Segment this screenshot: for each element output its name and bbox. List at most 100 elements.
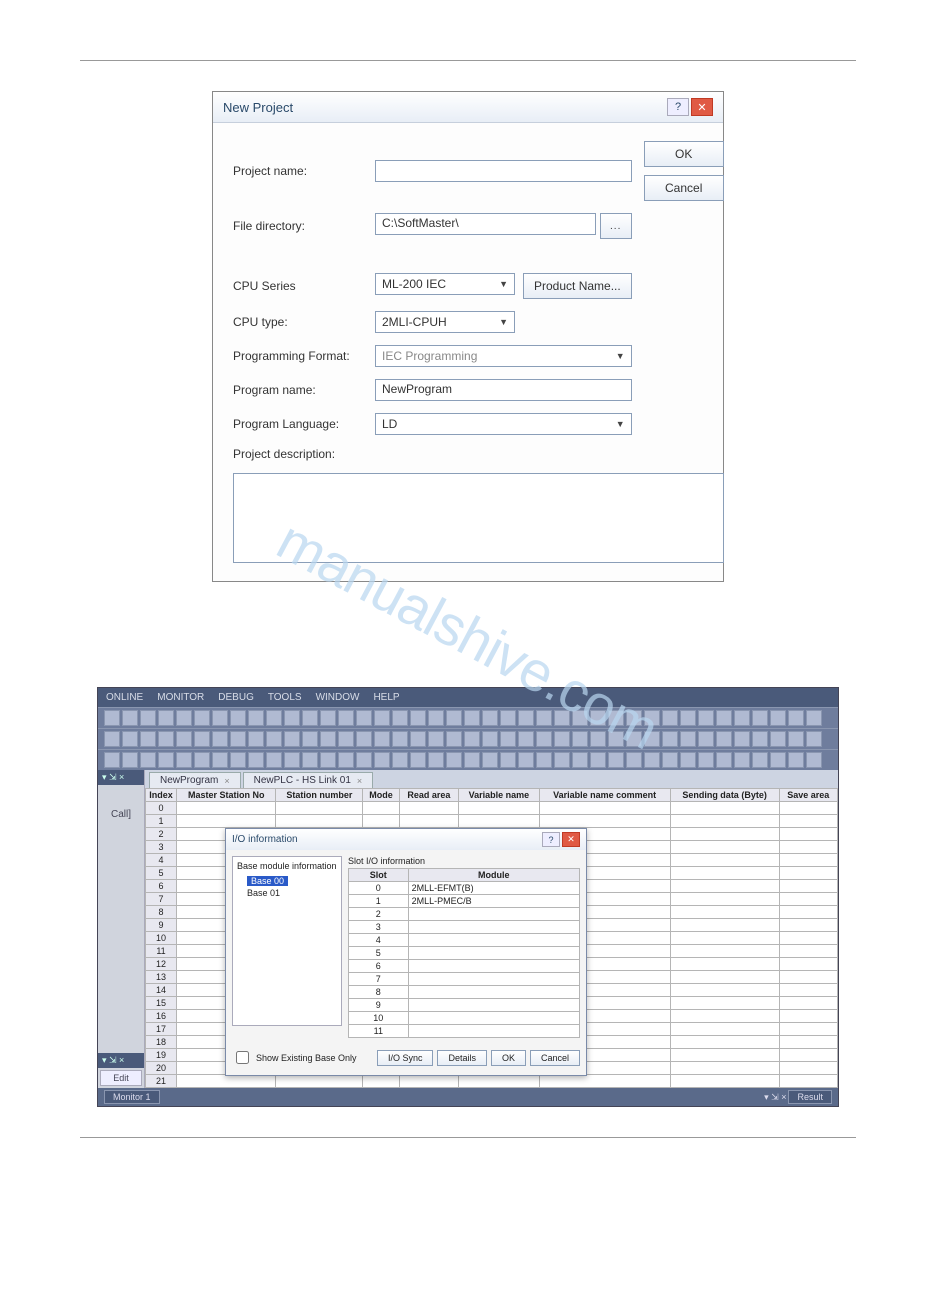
- toolbar-icon[interactable]: [266, 752, 282, 768]
- toolbar-icon[interactable]: [428, 731, 444, 747]
- toolbar-icon[interactable]: [734, 710, 750, 726]
- panel-pin-header[interactable]: ▾ ⇲ ×: [98, 770, 144, 785]
- cancel-button[interactable]: Cancel: [530, 1050, 580, 1066]
- details-button[interactable]: Details: [437, 1050, 487, 1066]
- toolbar-icon[interactable]: [338, 710, 354, 726]
- toolbar-icon[interactable]: [176, 710, 192, 726]
- toolbar-icon[interactable]: [518, 731, 534, 747]
- toolbar-icon[interactable]: [266, 710, 282, 726]
- toolbar-icon[interactable]: [176, 752, 192, 768]
- toolbar-icon[interactable]: [536, 752, 552, 768]
- toolbar-icon[interactable]: [140, 752, 156, 768]
- toolbar-icon[interactable]: [428, 752, 444, 768]
- toolbar-icon[interactable]: [788, 752, 804, 768]
- menu-debug[interactable]: DEBUG: [218, 692, 254, 703]
- toolbar-icon[interactable]: [284, 731, 300, 747]
- toolbar-icon[interactable]: [212, 710, 228, 726]
- close-icon[interactable]: ✕: [691, 98, 713, 116]
- toolbar-icon[interactable]: [482, 752, 498, 768]
- io-dialog-titlebar[interactable]: I/O information ? ✕: [226, 829, 586, 850]
- toolbar-icon[interactable]: [158, 710, 174, 726]
- toolbar-icon[interactable]: [482, 731, 498, 747]
- toolbar-icon[interactable]: [464, 752, 480, 768]
- toolbar-icon[interactable]: [500, 731, 516, 747]
- toolbar-icon[interactable]: [410, 710, 426, 726]
- toolbar-icon[interactable]: [788, 731, 804, 747]
- toolbar-icon[interactable]: [104, 731, 120, 747]
- toolbar-icon[interactable]: [338, 752, 354, 768]
- toolbar-icon[interactable]: [356, 752, 372, 768]
- toolbar-icon[interactable]: [374, 752, 390, 768]
- toolbar-icon[interactable]: [194, 752, 210, 768]
- toolbar-icon[interactable]: [446, 752, 462, 768]
- toolbar-icon[interactable]: [104, 710, 120, 726]
- toolbar-icon[interactable]: [338, 731, 354, 747]
- panel-pin-footer[interactable]: ▾ ⇲ ×: [98, 1053, 144, 1068]
- toolbar-icon[interactable]: [248, 710, 264, 726]
- toolbar-icon[interactable]: [140, 710, 156, 726]
- toolbar-icon[interactable]: [158, 752, 174, 768]
- toolbar-icon[interactable]: [176, 731, 192, 747]
- browse-button[interactable]: ...: [600, 213, 632, 239]
- toolbar-icon[interactable]: [788, 710, 804, 726]
- slot-table[interactable]: Slot Module 02MLL-EFMT(B)12MLL-PMEC/B234…: [348, 868, 580, 1038]
- edit-button[interactable]: Edit: [100, 1070, 142, 1086]
- tree-node-base01[interactable]: Base 01: [247, 888, 280, 898]
- toolbar-icon[interactable]: [500, 752, 516, 768]
- toolbar-icon[interactable]: [770, 731, 786, 747]
- toolbar-icon[interactable]: [590, 752, 606, 768]
- toolbar-icon[interactable]: [230, 752, 246, 768]
- status-result[interactable]: Result: [788, 1090, 832, 1104]
- tab-hslink[interactable]: NewPLC - HS Link 01×: [243, 772, 374, 788]
- toolbar-icon[interactable]: [536, 731, 552, 747]
- product-name-button[interactable]: Product Name...: [523, 273, 632, 299]
- toolbar-icon[interactable]: [122, 731, 138, 747]
- menu-online[interactable]: ONLINE: [106, 692, 143, 703]
- base-tree[interactable]: Base module information Base 00 Base 01: [232, 856, 342, 1026]
- toolbar-icon[interactable]: [446, 731, 462, 747]
- ok-button[interactable]: OK: [491, 1050, 526, 1066]
- close-icon[interactable]: ✕: [562, 832, 580, 847]
- toolbar-icon[interactable]: [266, 731, 282, 747]
- toolbar-icon[interactable]: [374, 731, 390, 747]
- toolbar-icon[interactable]: [302, 731, 318, 747]
- toolbar-icon[interactable]: [194, 731, 210, 747]
- toolbar-icon[interactable]: [302, 710, 318, 726]
- close-icon[interactable]: ×: [357, 776, 362, 786]
- toolbar-icon[interactable]: [356, 710, 372, 726]
- file-directory-input[interactable]: C:\SoftMaster\: [375, 213, 596, 235]
- toolbar-icon[interactable]: [446, 710, 462, 726]
- menu-monitor[interactable]: MONITOR: [157, 692, 204, 703]
- project-name-input[interactable]: [375, 160, 632, 182]
- ok-button[interactable]: OK: [644, 141, 724, 167]
- toolbar-icon[interactable]: [194, 710, 210, 726]
- cancel-button[interactable]: Cancel: [644, 175, 724, 201]
- menu-tools[interactable]: TOOLS: [268, 692, 302, 703]
- toolbar-icon[interactable]: [284, 752, 300, 768]
- toolbar-icon[interactable]: [806, 731, 822, 747]
- toolbar-icon[interactable]: [230, 710, 246, 726]
- toolbar-icon[interactable]: [140, 731, 156, 747]
- toolbar-icon[interactable]: [608, 752, 624, 768]
- toolbar-icon[interactable]: [158, 731, 174, 747]
- program-language-select[interactable]: LD ▼: [375, 413, 632, 435]
- toolbar-icon[interactable]: [392, 752, 408, 768]
- toolbar-icon[interactable]: [392, 731, 408, 747]
- toolbar-icon[interactable]: [284, 710, 300, 726]
- toolbar-icon[interactable]: [248, 752, 264, 768]
- toolbar-icon[interactable]: [302, 752, 318, 768]
- toolbar-icon[interactable]: [482, 710, 498, 726]
- help-icon[interactable]: ?: [542, 832, 560, 847]
- toolbar-icon[interactable]: [518, 710, 534, 726]
- toolbar-icon[interactable]: [410, 731, 426, 747]
- toolbar-icon[interactable]: [374, 710, 390, 726]
- cpu-type-select[interactable]: 2MLI-CPUH ▼: [375, 311, 515, 333]
- cpu-series-select[interactable]: ML-200 IEC ▼: [375, 273, 515, 295]
- toolbar-icon[interactable]: [320, 752, 336, 768]
- status-monitor[interactable]: Monitor 1: [104, 1090, 160, 1104]
- toolbar-icon[interactable]: [122, 752, 138, 768]
- toolbar-icon[interactable]: [770, 710, 786, 726]
- toolbar-icon[interactable]: [356, 731, 372, 747]
- toolbar-icon[interactable]: [554, 731, 570, 747]
- toolbar-icon[interactable]: [518, 752, 534, 768]
